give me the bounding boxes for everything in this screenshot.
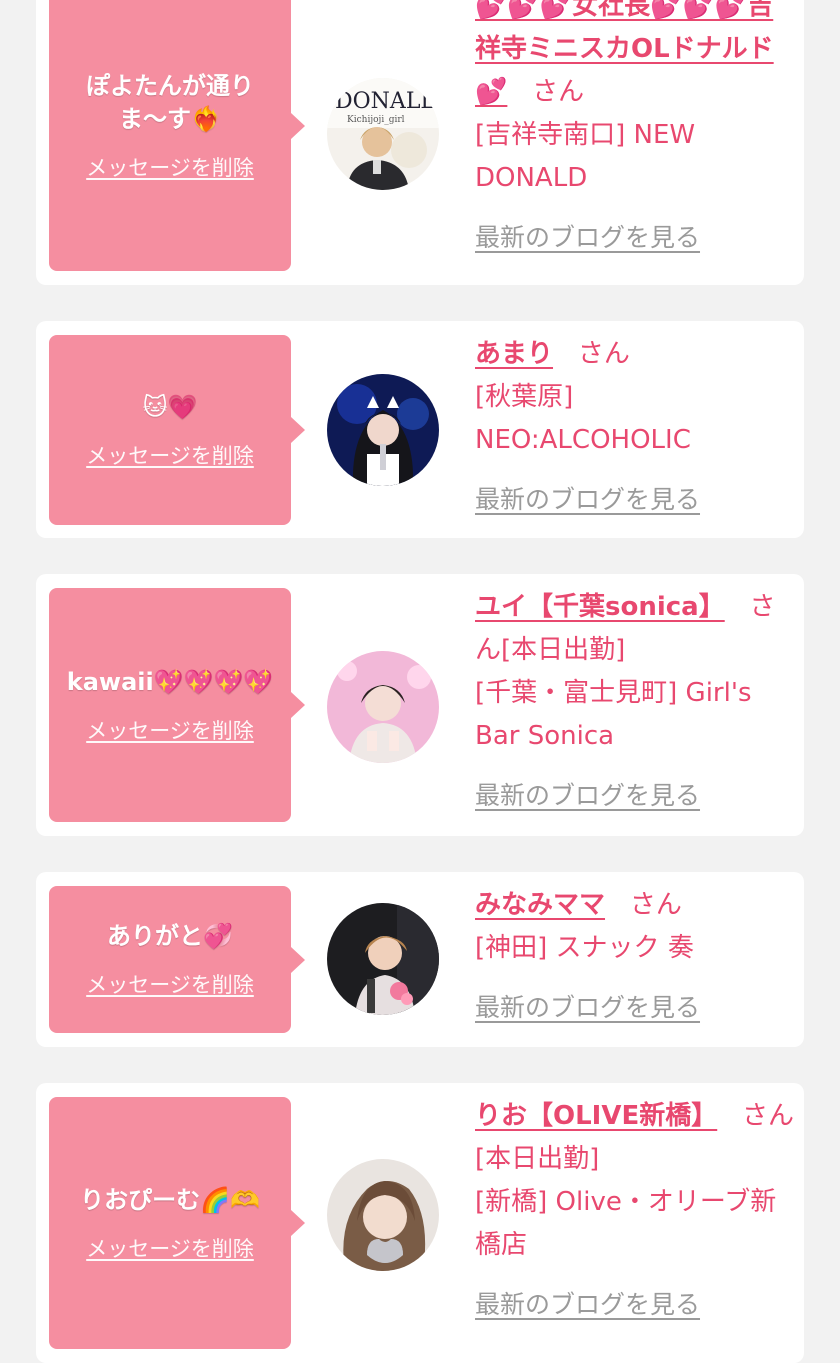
message-bubble: ぽよたんが通りま〜す❤️‍🔥 メッセージを削除 [49, 0, 305, 271]
message-text: kawaii💖💖💖💖 [66, 667, 274, 696]
message-card: ぽよたんが通りま〜す❤️‍🔥 メッセージを削除 DONALL Kichijoji… [36, 0, 804, 285]
shop-name: [秋葉原] NEO:ALCOHOLIC [475, 382, 691, 455]
message-card: kawaii💖💖💖💖 メッセージを削除 ユイ【千葉sonica】 さん[本日出勤… [36, 574, 804, 836]
honorific: さん [629, 890, 682, 920]
cast-name-link[interactable]: みなみママ [475, 890, 605, 920]
avatar[interactable] [327, 903, 439, 1015]
honorific: さん [577, 339, 630, 369]
message-text: りおぴーむ🌈🫶 [80, 1185, 260, 1214]
latest-blog-link[interactable]: 最新のブログを見る [475, 1283, 700, 1326]
delete-message-link[interactable]: メッセージを削除 [86, 1233, 254, 1263]
status-text: [本日出勤] [501, 635, 626, 665]
cast-info: あまり さん [秋葉原] NEO:ALCOHOLIC 最新のブログを見る [475, 333, 795, 522]
honorific: さん [742, 1101, 795, 1131]
avatar[interactable] [327, 651, 439, 763]
shop-name: [吉祥寺南口] NEW DONALD [475, 120, 696, 193]
shop-name: [千葉・富士見町] Girl's Bar Sonica [475, 678, 752, 751]
latest-blog-link[interactable]: 最新のブログを見る [475, 774, 700, 817]
avatar[interactable]: DONALL Kichijoji_girl [327, 78, 439, 190]
cast-info: ユイ【千葉sonica】 さん[本日出勤] [千葉・富士見町] Girl's B… [475, 586, 795, 818]
latest-blog-link[interactable]: 最新のブログを見る [475, 216, 700, 259]
latest-blog-link[interactable]: 最新のブログを見る [475, 986, 700, 1029]
message-text: 🐱💗 [142, 392, 198, 421]
message-bubble: りおぴーむ🌈🫶 メッセージを削除 [49, 1097, 305, 1349]
status-text: [本日出勤] [475, 1144, 600, 1174]
message-card: ありがと💞 メッセージを削除 みなみママ さん [神田] スナック 奏 最新のブ… [36, 872, 804, 1047]
message-bubble: kawaii💖💖💖💖 メッセージを削除 [49, 588, 305, 822]
delete-message-link[interactable]: メッセージを削除 [86, 715, 254, 745]
svg-text:DONALL: DONALL [335, 89, 435, 114]
avatar[interactable] [327, 1159, 439, 1271]
avatar[interactable] [327, 374, 439, 486]
message-text: ありがと💞 [107, 922, 233, 950]
svg-text:Kichijoji_girl: Kichijoji_girl [347, 115, 405, 125]
delete-message-link[interactable]: メッセージを削除 [86, 440, 254, 470]
message-bubble: ありがと💞 メッセージを削除 [49, 886, 305, 1033]
cast-info: りお【OLIVE新橋】 さん[本日出勤] [新橋] Olive・オリーブ新橋店 … [475, 1095, 795, 1327]
message-text: ぽよたんが通りま〜す❤️‍🔥 [86, 71, 254, 133]
cast-name-link[interactable]: ユイ【千葉sonica】 [475, 592, 725, 622]
cast-info: 💕💕💕女社長💕💕💕吉祥寺ミニスカOLドナルド💕 さん [吉祥寺南口] NEW D… [475, 0, 795, 260]
cast-name-link[interactable]: あまり [475, 339, 553, 369]
honorific: さん [532, 77, 585, 107]
cast-info: みなみママ さん [神田] スナック 奏 最新のブログを見る [475, 884, 795, 1030]
message-bubble: 🐱💗 メッセージを削除 [49, 335, 305, 525]
delete-message-link[interactable]: メッセージを削除 [86, 969, 254, 999]
shop-name: [神田] スナック 奏 [475, 933, 694, 963]
delete-message-link[interactable]: メッセージを削除 [86, 152, 254, 182]
latest-blog-link[interactable]: 最新のブログを見る [475, 478, 700, 521]
cast-name-link[interactable]: りお【OLIVE新橋】 [475, 1101, 717, 1131]
message-card: 🐱💗 メッセージを削除 あまり さん [秋葉原] NEO:ALCOHOLIC 最… [36, 321, 804, 538]
message-card: りおぴーむ🌈🫶 メッセージを削除 りお【OLIVE新橋】 さん [本日出勤] [新… [36, 1083, 804, 1363]
cast-name-link[interactable]: 💕💕💕女社長💕💕💕吉祥寺ミニスカOLドナルド💕 [475, 0, 774, 107]
shop-name: [新橋] Olive・オリーブ新橋店 [475, 1187, 777, 1260]
